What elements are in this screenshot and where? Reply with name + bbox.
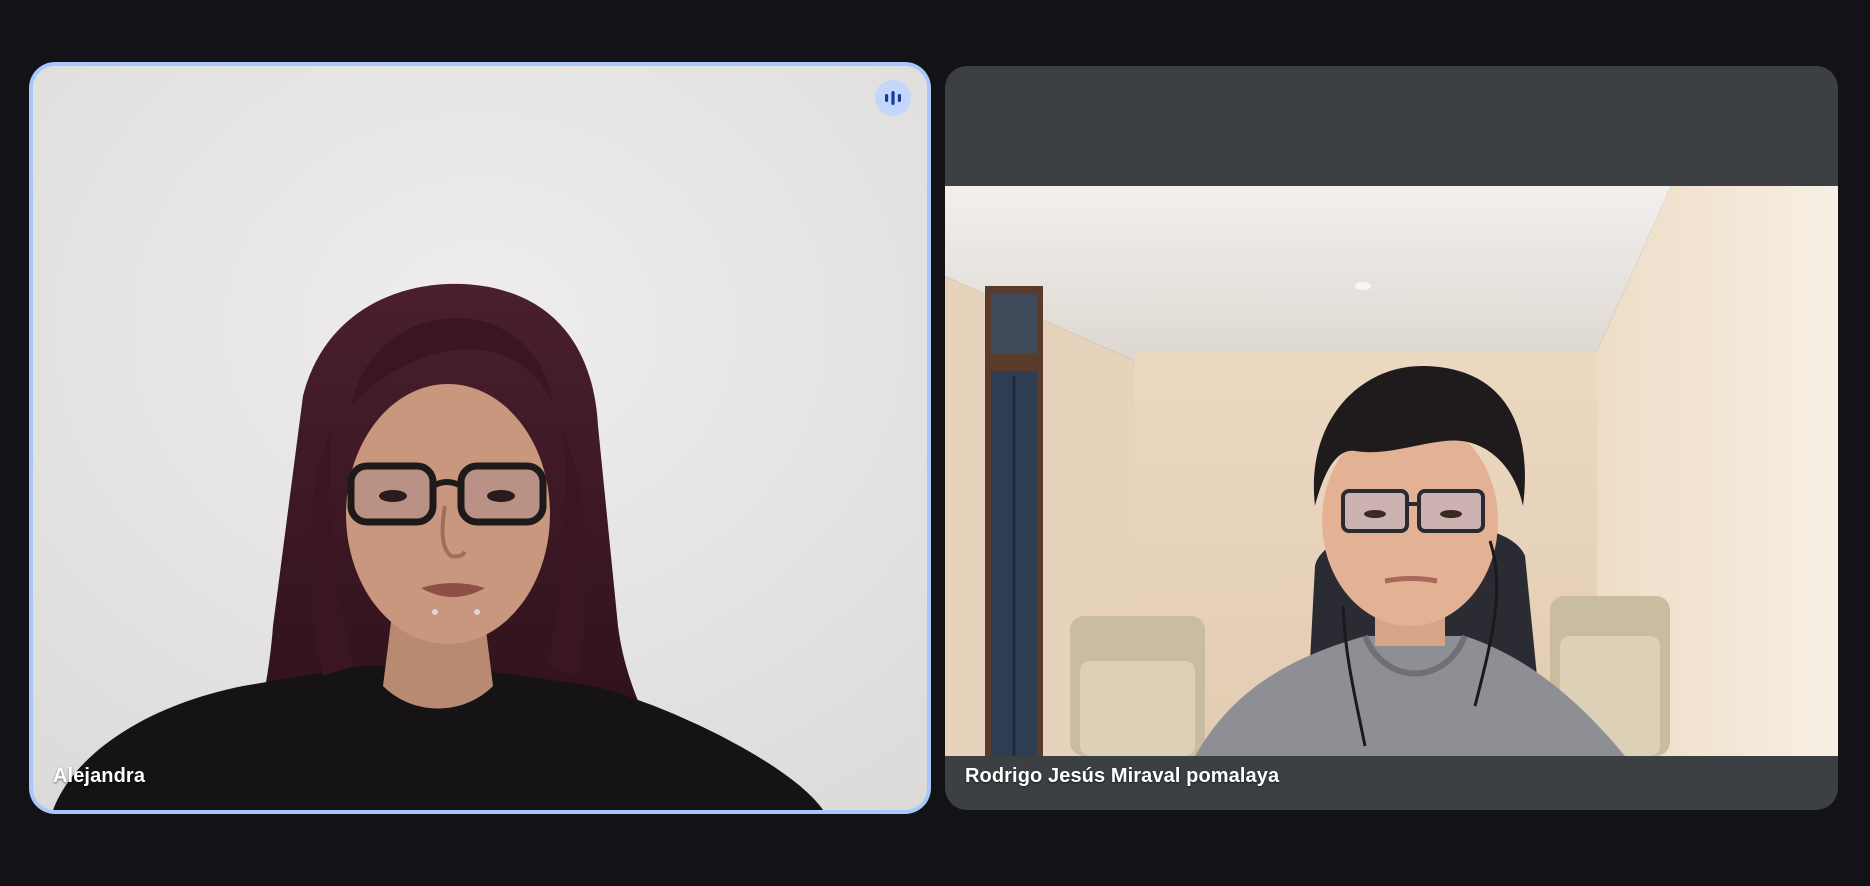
participant-name: Rodrigo Jesús Miraval pomalaya: [965, 765, 1280, 787]
participant-tile-alejandra[interactable]: Alejandra: [33, 66, 927, 810]
participant-video-alejandra: [33, 66, 927, 810]
meeting-stage: Alejandra Rodrigo Jesús Miraval pomalaya: [0, 0, 1870, 886]
participant-name: Alejandra: [53, 765, 146, 787]
participant-video-rodrigo: [945, 186, 1838, 756]
audio-level-icon: [875, 80, 911, 116]
participant-tile-rodrigo[interactable]: Rodrigo Jesús Miraval pomalaya: [945, 66, 1838, 810]
